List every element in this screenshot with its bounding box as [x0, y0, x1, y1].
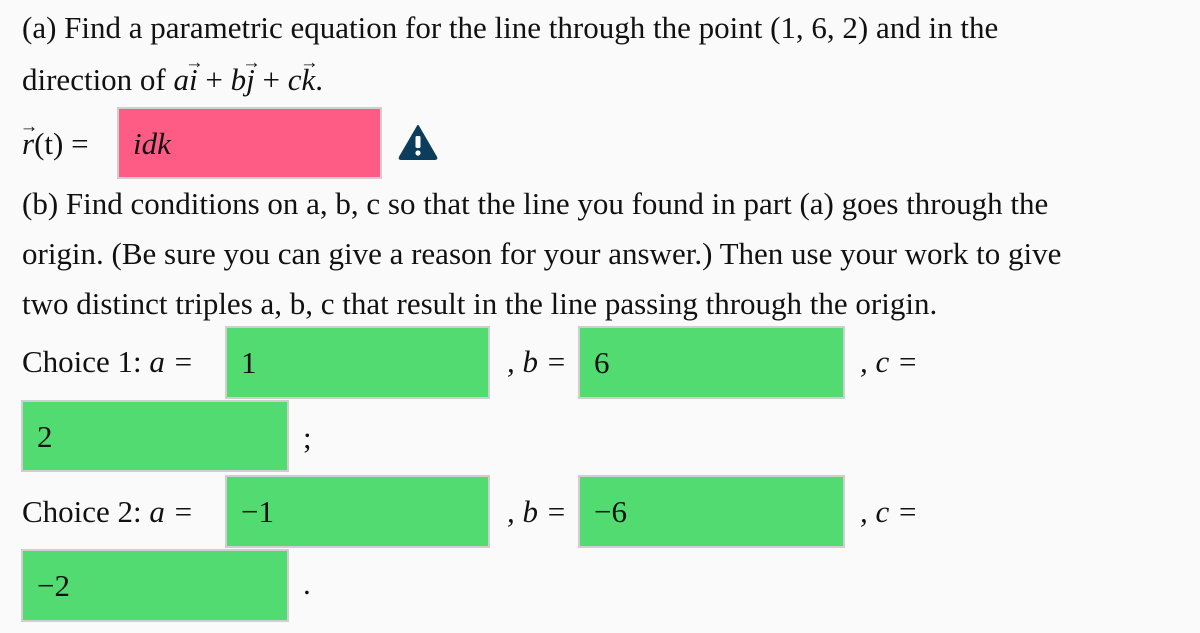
choice-1-b-input[interactable]: 6 — [578, 326, 845, 399]
choice-2-a-input[interactable]: −1 — [225, 475, 490, 548]
part-a-prompt-line2: direction of ai + bj + ck. — [22, 64, 323, 95]
warning-icon[interactable] — [398, 124, 438, 160]
part-b-prompt-line2: origin. (Be sure you can give a reason f… — [22, 236, 1062, 271]
unit-vector-k: k — [302, 64, 316, 95]
unit-vector-i: i — [189, 64, 198, 95]
choice-1-a-input[interactable]: 1 — [225, 326, 490, 399]
part-b-prompt-line1: (b) Find conditions on a, b, c so that t… — [22, 186, 1049, 221]
answer-value: idk — [133, 125, 171, 161]
choice-2-c-label: , c = — [860, 494, 918, 529]
answer-input-r-of-t[interactable]: idk — [117, 107, 382, 179]
choice-2-terminator: . — [303, 566, 311, 601]
choice-2-c-input[interactable]: −2 — [21, 549, 289, 622]
choice-1-c-input[interactable]: 2 — [21, 400, 289, 472]
choice-2-b-input[interactable]: −6 — [578, 475, 845, 548]
part-a-direction-prefix: direction of — [22, 62, 174, 97]
part-b-prompt-line3: two distinct triples a, b, c that result… — [22, 286, 938, 321]
choice-2-b-label: , b = — [507, 494, 567, 529]
direction-vector: ai + bj + ck. — [174, 62, 324, 97]
choice-2-label: Choice 2: a = — [22, 494, 194, 529]
part-a-prompt-line1: (a) Find a parametric equation for the l… — [22, 10, 999, 45]
choice-1-label: Choice 1: a = — [22, 344, 194, 379]
choice-1-terminator: ; — [303, 420, 312, 455]
answer-label-r-of-t: r(t) = — [22, 128, 89, 159]
choice-1-c-label: , c = — [860, 344, 918, 379]
choice-1-b-label: , b = — [507, 344, 567, 379]
unit-vector-j: j — [246, 64, 255, 95]
vector-r: r — [22, 128, 34, 159]
